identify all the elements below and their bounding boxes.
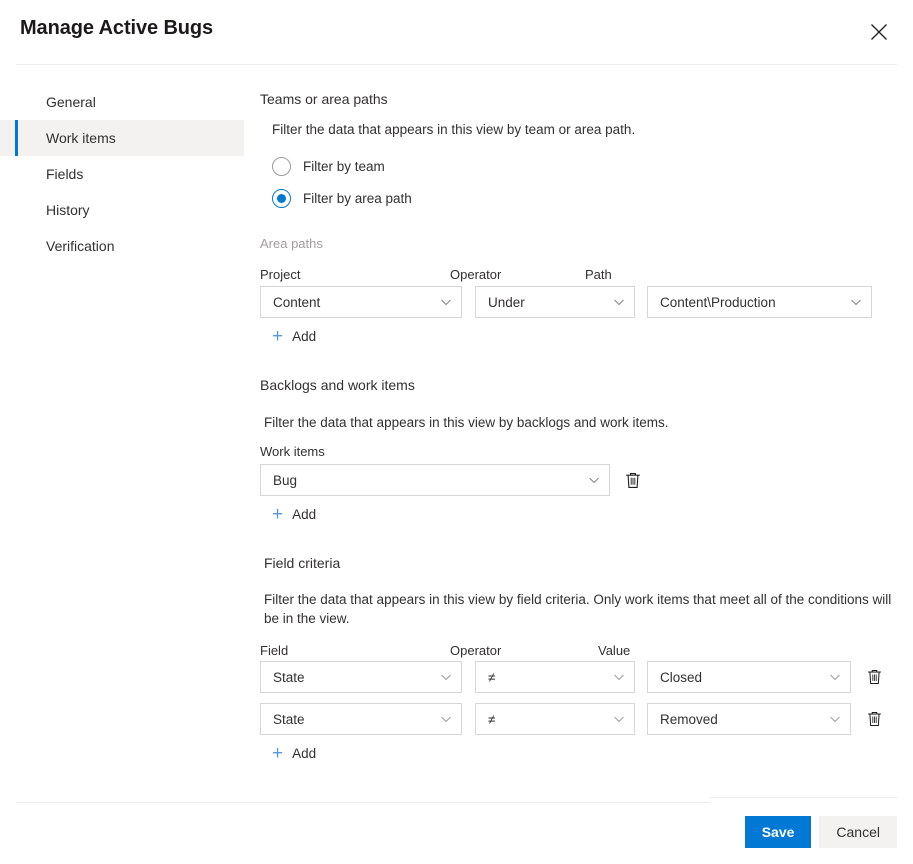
trash-icon	[867, 669, 882, 685]
field-criteria-field-dropdown[interactable]: State	[260, 661, 462, 693]
add-label: Add	[292, 746, 317, 761]
sidebar-item-label: Fields	[46, 166, 84, 182]
field-criteria-operator-dropdown[interactable]: ≠	[475, 661, 635, 693]
work-items-field-label: Work items	[260, 444, 325, 459]
chevron-down-icon	[612, 712, 626, 726]
area-path-path-dropdown[interactable]: Content\Production	[647, 286, 872, 318]
chevron-down-icon	[439, 670, 453, 684]
area-path-project-dropdown[interactable]: Content	[260, 286, 462, 318]
chevron-down-icon	[849, 295, 863, 309]
column-header-project: Project	[260, 267, 301, 282]
add-label: Add	[292, 329, 317, 344]
field-criteria-description: Filter the data that appears in this vie…	[264, 592, 892, 626]
chevron-down-icon	[612, 670, 626, 684]
field-criteria-operator-dropdown[interactable]: ≠	[475, 703, 635, 735]
add-work-item-button[interactable]: + Add	[272, 505, 316, 524]
sidebar-item-general[interactable]: General	[0, 84, 244, 120]
sidebar-item-work-items[interactable]: Work items	[0, 120, 244, 156]
sidebar-item-label: Verification	[46, 238, 115, 254]
plus-icon: +	[272, 504, 284, 525]
chevron-down-icon	[439, 712, 453, 726]
page-title: Manage Active Bugs	[20, 17, 214, 39]
chevron-down-icon	[828, 712, 842, 726]
settings-main-panel: Teams or area paths Filter the data that…	[260, 65, 913, 764]
footer-divider-right	[710, 797, 897, 798]
sidebar-item-label: History	[46, 202, 90, 218]
teams-section-description: Filter the data that appears in this vie…	[272, 122, 636, 137]
dialog-footer: Save Cancel	[0, 797, 913, 864]
chevron-down-icon	[828, 670, 842, 684]
dialog-header: Manage Active Bugs	[16, 0, 897, 65]
field-criteria-section-title: Field criteria	[264, 555, 341, 571]
settings-sidebar: General Work items Fields History Verifi…	[0, 84, 244, 264]
field-criteria-field-dropdown[interactable]: State	[260, 703, 462, 735]
field-criteria-row: State ≠ Closed	[260, 661, 913, 693]
radio-circle-icon	[272, 156, 291, 176]
dialog-body: General Work items Fields History Verifi…	[0, 65, 913, 802]
area-paths-group-label: Area paths	[260, 236, 323, 251]
delete-field-criteria-button[interactable]	[861, 664, 887, 690]
add-field-criteria-button[interactable]: + Add	[272, 744, 316, 763]
chevron-down-icon	[587, 473, 601, 487]
teams-section-title: Teams or area paths	[260, 91, 388, 107]
backlogs-section-description: Filter the data that appears in this vie…	[264, 415, 669, 430]
area-path-operator-dropdown[interactable]: Under	[475, 286, 635, 318]
delete-work-item-button[interactable]	[620, 467, 646, 493]
field-criteria-value-dropdown[interactable]: Closed	[647, 661, 851, 693]
close-button[interactable]	[859, 12, 899, 52]
column-header-path: Path	[585, 267, 612, 282]
radio-label: Filter by area path	[303, 190, 412, 206]
sidebar-item-label: Work items	[46, 130, 116, 146]
add-area-path-button[interactable]: + Add	[272, 327, 316, 346]
plus-icon: +	[272, 326, 284, 347]
chevron-down-icon	[612, 295, 626, 309]
area-path-row: Content Under Content\Production	[260, 286, 913, 318]
sidebar-item-fields[interactable]: Fields	[0, 156, 244, 192]
column-header-operator: Operator	[450, 643, 502, 658]
footer-divider-left	[16, 802, 710, 803]
footer-actions: Save Cancel	[744, 816, 897, 848]
radio-circle-checked-icon	[272, 188, 291, 208]
column-header-operator: Operator	[450, 267, 502, 282]
backlogs-section-title: Backlogs and work items	[260, 377, 415, 393]
trash-icon	[867, 711, 882, 727]
radio-filter-by-team[interactable]: Filter by team	[272, 152, 913, 180]
chevron-down-icon	[439, 295, 453, 309]
radio-label: Filter by team	[303, 158, 385, 174]
add-label: Add	[292, 507, 317, 522]
sidebar-item-label: General	[46, 94, 96, 110]
sidebar-item-verification[interactable]: Verification	[0, 228, 244, 264]
delete-field-criteria-button[interactable]	[861, 706, 887, 732]
trash-icon	[625, 472, 641, 489]
cancel-button[interactable]: Cancel	[819, 816, 897, 848]
column-header-value: Value	[598, 643, 631, 658]
plus-icon: +	[272, 743, 284, 764]
radio-filter-by-area-path[interactable]: Filter by area path	[272, 184, 913, 212]
close-icon	[870, 23, 888, 41]
save-button[interactable]: Save	[744, 816, 812, 848]
work-item-row: Bug	[260, 464, 913, 496]
work-item-type-dropdown[interactable]: Bug	[260, 464, 610, 496]
sidebar-item-history[interactable]: History	[0, 192, 244, 228]
field-criteria-row: State ≠ Removed	[260, 703, 913, 735]
column-header-field: Field	[260, 643, 289, 658]
field-criteria-value-dropdown[interactable]: Removed	[647, 703, 851, 735]
